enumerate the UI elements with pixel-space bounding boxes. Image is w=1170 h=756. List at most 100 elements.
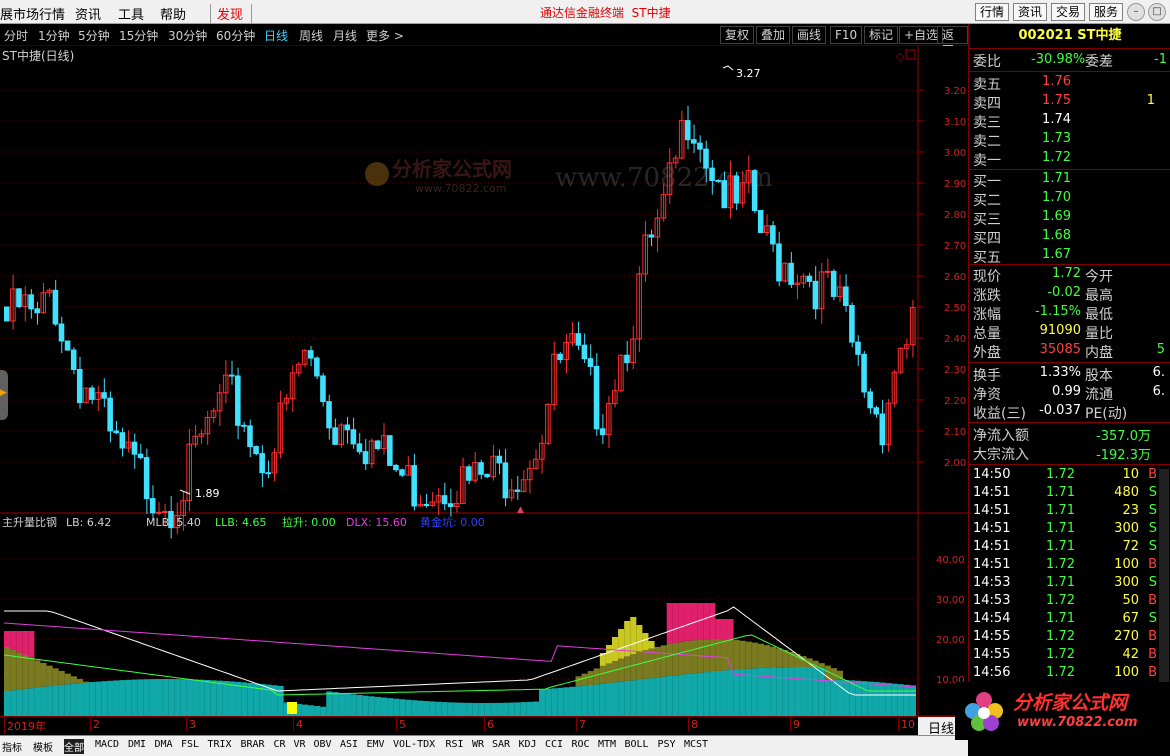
candle-body [76,368,83,404]
menu-news[interactable]: 资讯 [75,4,101,23]
indicator-tab-sar[interactable]: SAR [492,739,510,750]
period-60min[interactable]: 60分钟 [216,27,255,44]
candle-body [350,429,357,445]
kline-chart[interactable]: ST中捷(日线) ◇ 分析家公式网 www.70822.com www.7082… [0,46,968,716]
tick-price: 1.72 [1046,557,1075,572]
low-label: 1.89 [195,487,220,500]
date-label: 8 [688,718,698,731]
candle-body [733,175,740,204]
ask-price: 1.75 [1042,93,1071,108]
quote-button[interactable]: 行情 [975,3,1009,21]
stock-name: ST中捷 [1077,28,1122,43]
period-30min[interactable]: 30分钟 [168,27,207,44]
date-label: 10 [898,718,915,731]
indicator-tab-trix[interactable]: TRIX [208,739,232,750]
indicator-tab-mcst[interactable]: MCST [684,739,708,750]
menu-tools[interactable]: 工具 [118,4,144,23]
indicator-tab-brar[interactable]: BRAR [241,739,265,750]
candle-body [709,167,715,181]
stat2-label: 换手 [973,368,1001,384]
period-5min[interactable]: 5分钟 [78,27,110,44]
indicator-tab-dmi[interactable]: DMI [128,739,146,750]
candle-body [228,374,235,377]
candle-body [484,473,490,478]
indicator-tab-emv[interactable]: EMV [367,739,385,750]
period-monthly[interactable]: 月线 [333,27,357,44]
indicator-tab-mtm[interactable]: MTM [598,739,616,750]
menu-market[interactable]: 展市场行情 [0,4,65,23]
price-tick-label: 3.20 [944,86,966,97]
candle-body [776,243,782,282]
trade-button[interactable]: 交易 [1051,3,1085,21]
bid-label: 买三 [973,212,1001,228]
candle-body [873,407,880,415]
indicator-tab-kdj[interactable]: KDJ [519,739,537,750]
info-button[interactable]: 资讯 [1013,3,1047,21]
period-intraday[interactable]: 分时 [4,27,28,44]
stat-label: 现价 [973,269,1001,285]
indicator-tab-全部[interactable]: 全部 [64,739,84,754]
indicator-tab-boll[interactable]: BOLL [625,739,649,750]
indicator-tab-rsi[interactable]: RSI [446,739,464,750]
panel-handle[interactable]: ▶ [0,370,8,420]
tick-time: 14:51 [973,539,1011,554]
tick-volume: 480 [1114,485,1139,500]
candle-body [344,424,351,431]
price-tick-label: 2.40 [944,334,966,345]
minimize-icon[interactable]: – [1127,3,1145,21]
date-label: 9 [790,718,800,731]
tick-side: B [1148,665,1157,680]
weibi-value: -30.98% [1031,52,1086,67]
watermark-url: www.70822.com [415,182,506,195]
indicator-tab-vol-tdx[interactable]: VOL-TDX [393,739,435,750]
tick-time: 14:53 [973,593,1011,608]
tick-side: S [1148,575,1157,590]
indicator-tab-cci[interactable]: CCI [545,739,563,750]
restore-rights-button[interactable]: 复权 [720,26,755,44]
period-more[interactable]: 更多 > [366,27,404,44]
period-1min[interactable]: 1分钟 [38,27,70,44]
indicator-tab-模板[interactable]: 模板 [33,739,53,754]
stat2-value-2: 6. [1152,384,1165,399]
candle-body [751,170,758,212]
period-15min[interactable]: 15分钟 [119,27,158,44]
period-weekly[interactable]: 周线 [299,27,323,44]
stat-label-2: 量比 [1085,326,1113,342]
draw-line-button[interactable]: 画线 [792,26,827,44]
up-arrow-icon: ▲ [517,505,524,515]
mark-button[interactable]: 标记 [864,26,899,44]
weicha-label: 委差 [1085,54,1113,70]
indicator-tab-macd[interactable]: MACD [95,739,119,750]
candle-body [362,451,369,465]
candle-body [64,340,71,351]
menu-discover[interactable]: 发现 [210,4,253,23]
maximize-icon[interactable]: □ [1148,3,1166,21]
candle-body [502,462,509,499]
back-button[interactable]: 返回 [937,26,968,58]
indicator-tab-roc[interactable]: ROC [572,739,590,750]
price-tick-label: 2.90 [944,179,966,190]
candle-body [879,413,886,446]
period-bar: 分时 1分钟 5分钟 15分钟 30分钟 60分钟 日线 周线 月线 更多 > … [0,24,968,58]
indicator-tab-dma[interactable]: DMA [155,739,173,750]
stat-value: -0.02 [1047,285,1081,300]
service-button[interactable]: 服务 [1089,3,1123,21]
f10-button[interactable]: F10 [830,26,863,44]
menu-help[interactable]: 帮助 [160,4,186,23]
indicator-tab-obv[interactable]: OBV [314,739,332,750]
indicator-tab-cr[interactable]: CR [274,739,286,750]
indicator-tab-asi[interactable]: ASI [340,739,358,750]
tick-side: S [1148,611,1157,626]
overlay-button[interactable]: 叠加 [756,26,791,44]
candle-body [314,357,320,377]
candle-body [356,443,363,453]
indicator-tab-指标[interactable]: 指标 [2,739,22,754]
candle-body [575,333,582,346]
indicator-tab-vr[interactable]: VR [294,739,306,750]
indicator-tab-psy[interactable]: PSY [658,739,676,750]
period-daily[interactable]: 日线 [264,27,288,44]
candle-body [849,305,855,343]
bid-price: 1.68 [1042,228,1071,243]
indicator-tab-fsl[interactable]: FSL [181,739,199,750]
indicator-tab-wr[interactable]: WR [472,739,484,750]
